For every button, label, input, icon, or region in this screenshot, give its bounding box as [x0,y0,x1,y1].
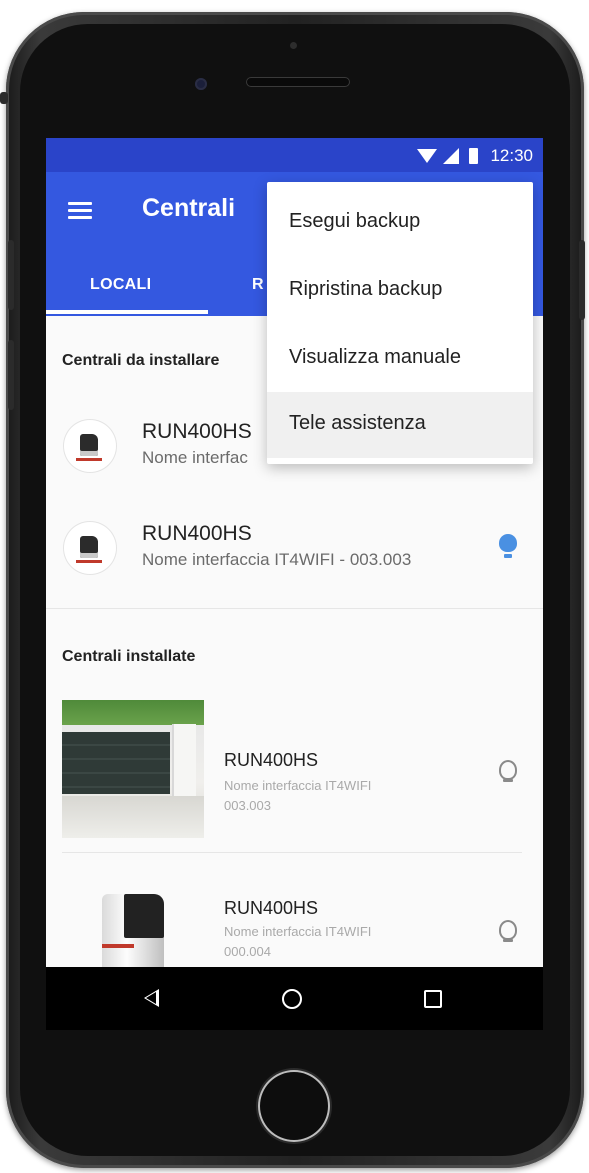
tab-remote[interactable]: R [252,276,264,294]
avatar [64,522,116,574]
list-item[interactable]: RUN400HS Nome interfaccia IT4WIFI 003.00… [46,700,543,840]
gate-motor-icon [76,536,102,563]
menu-item-ripristina-backup[interactable]: Ripristina backup [267,258,533,324]
avatar [64,420,116,472]
menu-item-esegui-backup[interactable]: Esegui backup [267,190,533,256]
battery-icon [469,148,479,164]
volume-button [8,340,14,410]
home-icon[interactable] [282,989,302,1009]
power-button [579,240,585,320]
item-subtitle: Nome interfaccia IT4WIFI [224,778,372,793]
menu-icon[interactable] [68,202,92,220]
bulb-icon[interactable] [499,534,517,558]
home-hardware-button[interactable] [258,1070,330,1142]
front-camera [195,78,207,90]
gate-motor-icon [76,434,102,461]
overflow-menu: Esegui backup Ripristina backup Visualiz… [267,182,533,464]
item-name: RUN400HS [224,898,319,918]
tab-indicator [46,310,208,314]
item-name: RUN400HS [142,420,252,443]
recents-icon[interactable] [424,990,442,1008]
item-name: RUN400HS [142,522,252,545]
screen: 12:30 Centrali LOCALI R Centrali da inst… [46,138,543,1030]
tab-locali[interactable]: LOCALI [90,276,151,294]
section-title-installed: Centrali installate [62,648,196,665]
volume-button [8,240,14,310]
wifi-icon [417,149,438,163]
bulb-icon[interactable] [499,920,517,942]
earpiece-speaker [246,77,350,87]
divider [62,852,522,853]
proximity-sensor [290,42,297,49]
divider [46,608,543,609]
item-name: RUN400HS [224,750,319,770]
list-item[interactable]: RUN400HS Nome interfaccia IT4WIFI - 003.… [46,508,543,588]
side-button [0,92,8,104]
gate-photo [62,700,204,838]
item-subtitle: Nome interfac [142,448,248,467]
back-icon[interactable] [144,989,159,1007]
item-subtitle: 000.004 [224,944,271,959]
bulb-icon[interactable] [499,760,517,782]
status-time: 12:30 [490,146,533,165]
page-title: Centrali [142,194,236,222]
item-subtitle: Nome interfaccia IT4WIFI - 003.003 [142,550,412,569]
navigation-bar [46,967,543,1030]
item-subtitle: Nome interfaccia IT4WIFI [224,924,372,939]
signal-icon [443,148,460,164]
menu-item-visualizza-manuale[interactable]: Visualizza manuale [267,326,533,392]
section-title-to-install: Centrali da installare [62,352,220,369]
menu-item-tele-assistenza[interactable]: Tele assistenza [267,392,533,458]
status-bar: 12:30 [46,138,543,172]
list-item[interactable]: RUN400HS Nome interfaccia IT4WIFI 000.00… [46,880,543,1024]
item-subtitle: 003.003 [224,798,271,813]
